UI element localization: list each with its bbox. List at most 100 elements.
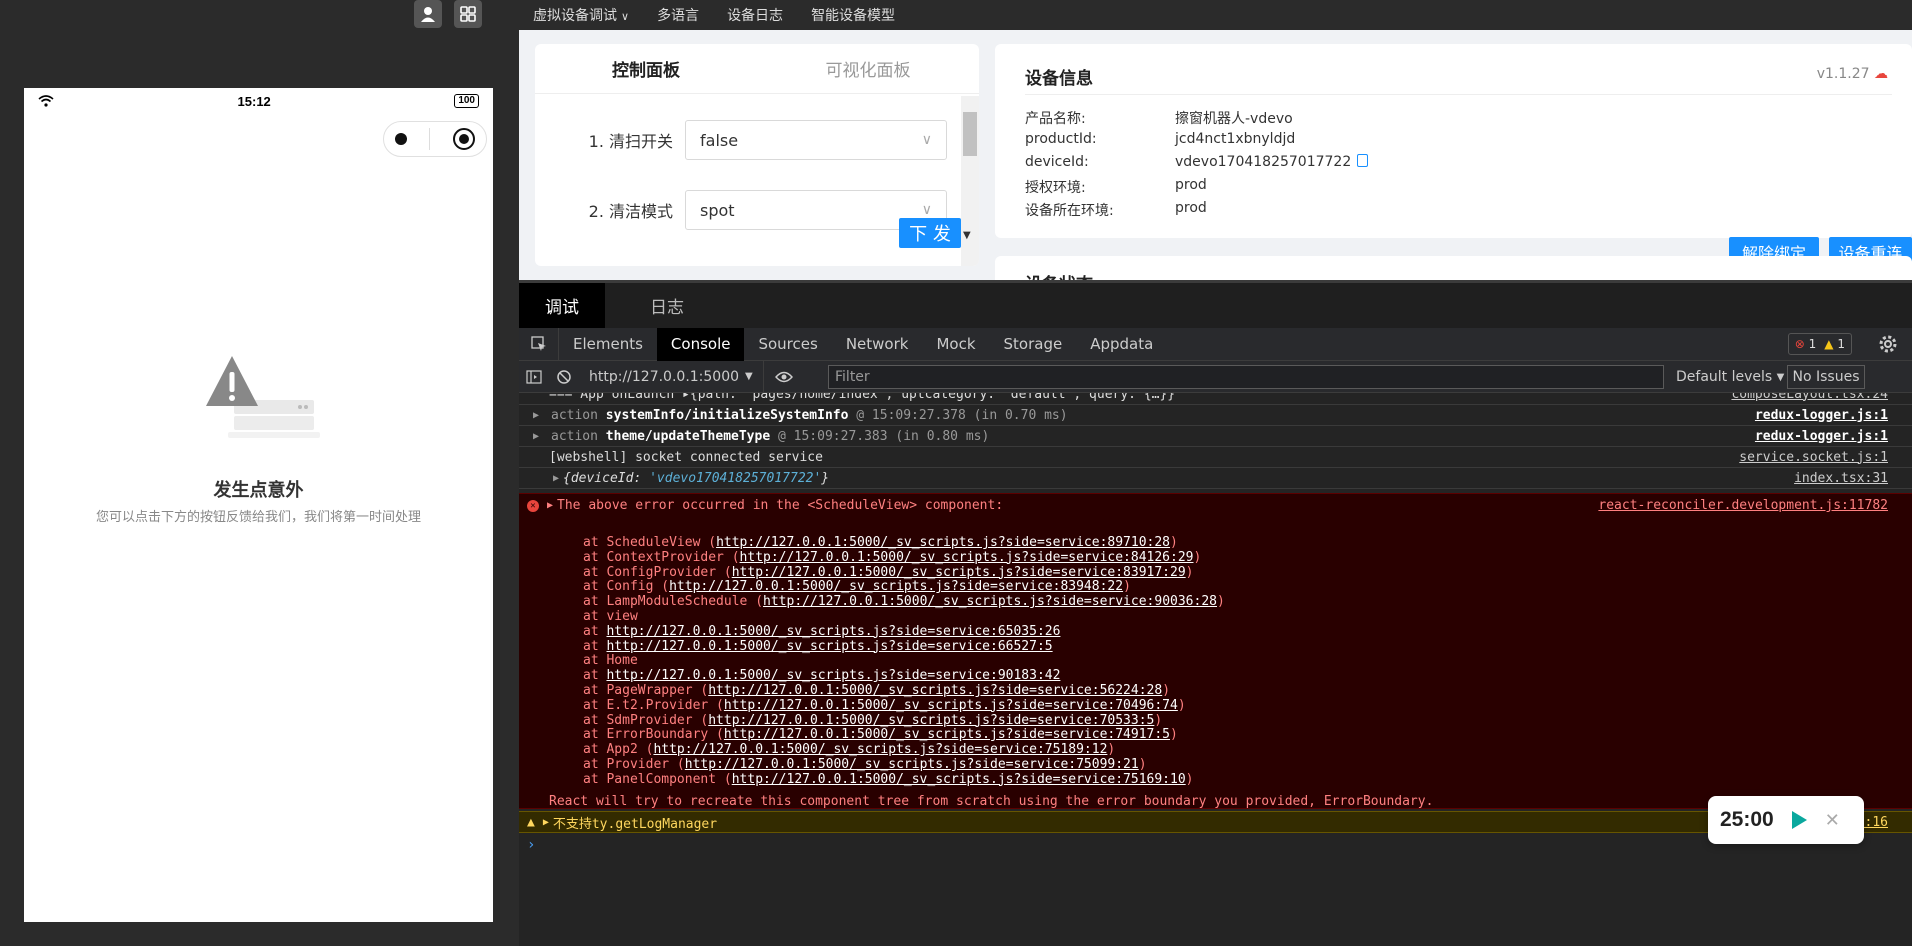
more-dot-icon[interactable] <box>395 133 408 145</box>
tab-debug[interactable]: 调试 <box>519 283 605 328</box>
stack-frame-link[interactable]: http://127.0.0.1:5000/_sv_scripts.js?sid… <box>724 698 1178 713</box>
tab-visual-panel[interactable]: 可视化面板 <box>757 44 979 93</box>
tab-appdata[interactable]: Appdata <box>1076 328 1167 361</box>
tab-elements[interactable]: Elements <box>559 328 657 361</box>
expand-triangle-icon[interactable]: ▶ <box>543 817 549 828</box>
menu-virtual-debug[interactable]: 虚拟设备调试 ∨ <box>533 5 629 25</box>
settings-gear-icon[interactable] <box>1878 334 1898 358</box>
stack-frame-name: view <box>606 608 638 624</box>
source-link[interactable]: service.socket.js:1 <box>1739 450 1888 465</box>
clean-switch-select[interactable]: false ∨ <box>685 120 947 160</box>
stack-frame: at Provider (http://127.0.0.1:5000/_sv_s… <box>583 756 1147 772</box>
error-title: 发生点意外 <box>213 480 304 501</box>
stack-frame-link[interactable]: http://127.0.0.1:5000/_sv_scripts.js?sid… <box>740 550 1194 565</box>
device-state-panel: 设备状态 <box>995 256 1912 280</box>
context-selector[interactable]: http://127.0.0.1:5000 ▼ <box>579 360 764 393</box>
stack-frame-link[interactable]: http://127.0.0.1:5000/_sv_scripts.js?sid… <box>716 535 1170 550</box>
tab-console[interactable]: Console <box>656 327 745 361</box>
close-icon[interactable]: ✕ <box>1825 810 1840 831</box>
stack-frame: at Home <box>583 653 638 669</box>
version-label: v1.1.27 ☁ <box>1816 66 1888 82</box>
eye-icon[interactable] <box>764 371 804 383</box>
send-button[interactable]: 下 发 <box>899 218 961 248</box>
menu-i18n[interactable]: 多语言 <box>657 5 699 25</box>
expand-triangle-icon[interactable]: ▶ <box>547 500 553 511</box>
menu-device-model[interactable]: 智能设备模型 <box>811 5 895 25</box>
source-link[interactable]: react-reconciler.development.js:11782 <box>1598 498 1888 513</box>
stack-frame-name: PageWrapper <box>606 682 693 698</box>
expand-triangle-icon[interactable]: ▶ <box>533 431 551 442</box>
log-levels-dropdown[interactable]: Default levels ▼ <box>1676 361 1784 393</box>
device-state-title: 设备状态 <box>1025 270 1093 280</box>
console-warning-row[interactable]: ▲ ▶ 不支持ty.getLogManager logger.js:16 <box>519 811 1912 833</box>
stack-frame-link[interactable]: http://127.0.0.1:5000/_sv_scripts.js?sid… <box>606 624 1060 639</box>
stack-frame-link[interactable]: http://127.0.0.1:5000/_sv_scripts.js?sid… <box>685 757 1139 772</box>
tab-network[interactable]: Network <box>832 328 923 361</box>
stack-frame: at Config (http://127.0.0.1:5000/_sv_scr… <box>583 579 1131 595</box>
stack-frame-name: ScheduleView <box>606 535 701 550</box>
console-row[interactable]: ▶ action systemInfo/initializeSystemInfo… <box>519 405 1912 426</box>
devtools: 调试 日志 Elements Console Sources Network M… <box>519 280 1912 946</box>
source-link[interactable]: index.tsx:31 <box>1794 471 1888 486</box>
chevron-down-icon: ∨ <box>621 10 630 23</box>
stack-frame-link[interactable]: http://127.0.0.1:5000/_sv_scripts.js?sid… <box>724 727 1170 742</box>
stack-frame: at E.t2.Provider (http://127.0.0.1:5000/… <box>583 697 1186 713</box>
console-row[interactable]: === App onLaunch ▸{path: 'pages/home/ind… <box>519 393 1912 405</box>
clear-console-icon[interactable] <box>549 369 579 385</box>
stack-frame-name: SdmProvider <box>606 712 693 728</box>
simulator-area: 15:12 100 发生点意外 您可以点击下方的按钮反馈给我们，我们将第一时间处… <box>0 0 519 946</box>
stack-frame-name: Config <box>606 579 654 595</box>
upload-cloud-icon[interactable]: ☁ <box>1874 66 1888 82</box>
source-link[interactable]: redux-logger.js:1 <box>1755 408 1888 423</box>
console-output: === App onLaunch ▸{path: 'pages/home/ind… <box>519 393 1912 946</box>
control-scrollbar-thumb[interactable] <box>963 112 977 156</box>
issue-counts[interactable]: ⊗ 1 ▲ 1 <box>1787 333 1852 355</box>
filter-input[interactable]: Filter <box>828 365 1664 389</box>
tab-log[interactable]: 日志 <box>605 283 729 328</box>
simulator-toolbar <box>414 0 482 28</box>
no-issues-button[interactable]: No Issues <box>1787 365 1865 389</box>
chevron-down-icon: ∨ <box>921 202 932 218</box>
expand-triangle-icon[interactable]: ▶ <box>553 473 563 484</box>
stack-frame: at LampModuleSchedule (http://127.0.0.1:… <box>583 594 1225 610</box>
warning-illustration-icon <box>206 356 320 438</box>
stack-frame-link[interactable]: http://127.0.0.1:5000/_sv_scripts.js?sid… <box>763 594 1217 609</box>
stack-frame-link[interactable]: http://127.0.0.1:5000/_sv_scripts.js?sid… <box>606 639 1052 654</box>
tab-storage[interactable]: Storage <box>990 328 1077 361</box>
phone-status-bar: 15:12 100 <box>24 88 493 114</box>
stack-frame-link[interactable]: http://127.0.0.1:5000/_sv_scripts.js?sid… <box>708 683 1162 698</box>
console-error-block: ✕ ▶ The above error occurred in the <Sch… <box>519 493 1912 809</box>
scroll-down-arrow-icon[interactable]: ▼ <box>963 230 971 241</box>
grid-icon[interactable] <box>454 0 482 28</box>
stack-frame: at http://127.0.0.1:5000/_sv_scripts.js?… <box>583 638 1053 654</box>
tab-sources[interactable]: Sources <box>744 328 831 361</box>
stack-frame-link[interactable]: http://127.0.0.1:5000/_sv_scripts.js?sid… <box>732 772 1186 787</box>
stack-frame-link[interactable]: http://127.0.0.1:5000/_sv_scripts.js?sid… <box>606 668 1060 683</box>
tab-control-panel[interactable]: 控制面板 <box>535 44 757 93</box>
console-row[interactable]: ▶ action theme/updateThemeType @ 15:09:2… <box>519 426 1912 447</box>
error-stack: at ScheduleView (http://127.0.0.1:5000/_… <box>583 535 1225 788</box>
close-target-icon[interactable] <box>452 128 475 150</box>
user-icon[interactable] <box>414 0 442 28</box>
copy-icon[interactable] <box>1357 154 1369 167</box>
info-row-product-name: 产品名称: 擦窗机器人-vdevo <box>1025 111 1293 127</box>
app-root: 15:12 100 发生点意外 您可以点击下方的按钮反馈给我们，我们将第一时间处… <box>0 0 1912 946</box>
expand-triangle-icon[interactable]: ▶ <box>533 410 551 421</box>
control-row-clean-mode: 2. 清洁模式 spot ∨ <box>535 190 955 230</box>
console-prompt-icon[interactable]: › <box>527 837 535 853</box>
source-link[interactable]: composeLayout.tsx:24 <box>1731 393 1888 402</box>
stack-frame-link[interactable]: http://127.0.0.1:5000/_sv_scripts.js?sid… <box>732 565 1186 580</box>
stack-frame-link[interactable]: http://127.0.0.1:5000/_sv_scripts.js?sid… <box>653 742 1107 757</box>
console-row[interactable]: ▶ {deviceId: 'vdevo170418257017722'} ind… <box>519 468 1912 489</box>
caret-down-icon: ▼ <box>745 371 753 382</box>
source-link[interactable]: redux-logger.js:1 <box>1755 429 1888 444</box>
menu-device-log[interactable]: 设备日志 <box>727 5 783 25</box>
stack-frame-link[interactable]: http://127.0.0.1:5000/_sv_scripts.js?sid… <box>708 713 1154 728</box>
stack-frame-link[interactable]: http://127.0.0.1:5000/_sv_scripts.js?sid… <box>669 579 1123 594</box>
mini-program-capsule[interactable] <box>383 121 487 157</box>
tab-mock[interactable]: Mock <box>922 328 989 361</box>
inspect-element-icon[interactable] <box>519 327 559 361</box>
play-icon[interactable] <box>1791 811 1807 829</box>
sidebar-toggle-icon[interactable] <box>519 369 549 384</box>
error-header[interactable]: ✕ ▶ The above error occurred in the <Sch… <box>527 498 1003 513</box>
